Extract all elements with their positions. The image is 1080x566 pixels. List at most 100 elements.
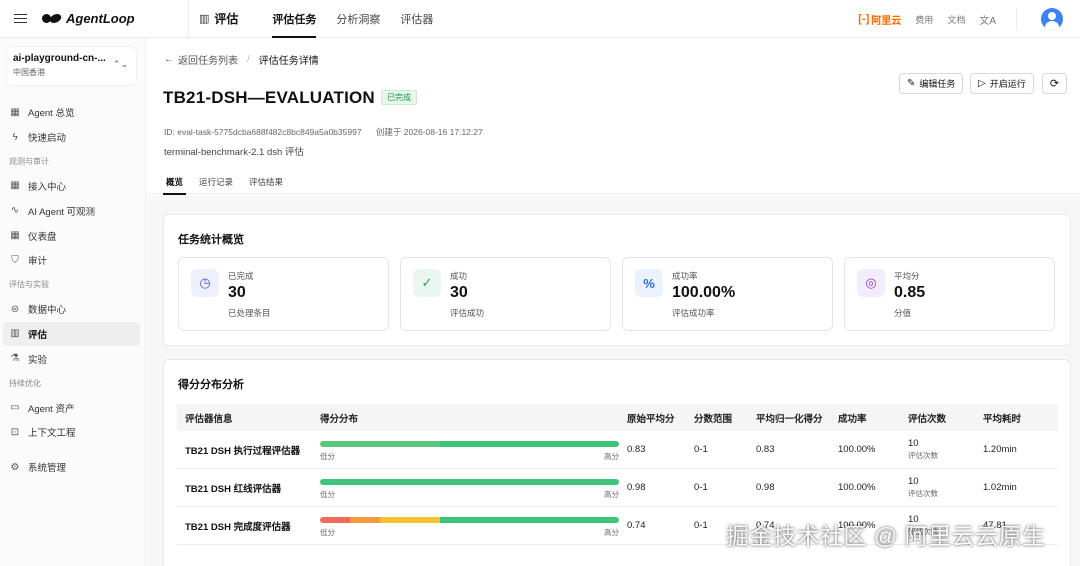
- pulse-icon: ∿: [10, 205, 20, 217]
- stat-card: % 成功率 100.00% 评估成功率: [622, 257, 833, 331]
- grid-icon: ▦: [10, 106, 20, 118]
- start-run-button[interactable]: ▷ 开启运行: [970, 73, 1034, 94]
- distribution-bar-wrap: 低分 高分: [320, 477, 619, 499]
- sidebar-item-label: 审计: [28, 256, 48, 268]
- refresh-button[interactable]: ⟳: [1042, 73, 1067, 94]
- edit-task-label: 编辑任务: [919, 79, 956, 89]
- sidebar-item-label: 评估: [28, 329, 48, 341]
- tab-eval-results[interactable]: 评估结果: [249, 170, 283, 194]
- top-right: [-] 阿里云 费用 文档 文A: [858, 0, 1080, 38]
- chart-icon: ▥: [10, 328, 20, 340]
- grid-icon: ▦: [10, 180, 20, 192]
- workspace-name: ai-playground-cn-...: [13, 53, 106, 64]
- clock-icon: ◷: [191, 269, 219, 297]
- divider: [188, 0, 189, 38]
- page-title: TB21-DSH—EVALUATION: [163, 88, 375, 107]
- sidebar-nav: ▦ Agent 总览 ϟ 快速启动 观测与审计 ▦ 接入中心 ∿ AI Agent 可观测 ▦ 仪表…: [0, 100, 145, 480]
- success-rate: 100.00%: [838, 482, 876, 493]
- top-nav-evaluators[interactable]: 评估器: [390, 0, 443, 38]
- sidebar-item-label: 系统管理: [28, 463, 67, 475]
- evaluator-name: TB21 DSH 红线评估器: [185, 483, 282, 495]
- high-score-label: 高分: [604, 527, 619, 537]
- sidebar-group-label: 持续优化: [9, 378, 41, 388]
- header-distribution: 得分分布: [320, 413, 359, 425]
- evaluator-name: TB21 DSH 执行过程评估器: [185, 445, 301, 457]
- average-duration: 1.02min: [983, 482, 1017, 493]
- stat-subtitle: 已处理条目: [228, 308, 271, 318]
- stat-card: ✓ 成功 30 评估成功: [400, 257, 611, 331]
- arrow-left-icon[interactable]: ←: [164, 54, 174, 65]
- sidebar-item[interactable]: ϟ 快速启动: [0, 125, 140, 150]
- sidebar-item[interactable]: ▭ Agent 资产: [0, 395, 140, 420]
- tabs: 概览 运行记录 评估结果: [147, 170, 1080, 195]
- aliyun-logo[interactable]: [-] 阿里云: [858, 12, 901, 27]
- score-distribution: 低分 高分: [316, 439, 623, 461]
- average-duration: 1.20min: [983, 444, 1017, 455]
- sidebar-item[interactable]: ⛉ 审计: [0, 248, 140, 273]
- table-row[interactable]: TB21 DSH 红线评估器 低分 高分 0.98 0-1 0.98 100.00% 10 评估…: [177, 469, 1058, 507]
- task-id: ID: eval-task-5775dcba688f482c8bc849a5a0…: [164, 127, 362, 137]
- logo-text: AgentLoop: [66, 11, 135, 26]
- aliyun-label: 阿里云: [871, 15, 902, 27]
- breadcrumb-back-link[interactable]: 返回任务列表: [178, 52, 238, 67]
- workspace-selector[interactable]: ai-playground-cn-... 中国香港 ⌃⌄: [6, 46, 137, 86]
- distribution-bar: [320, 516, 619, 523]
- score-distribution: 低分 高分: [316, 477, 623, 499]
- app-logo[interactable]: AgentLoop: [42, 11, 152, 26]
- header-evaluator: 评估器信息: [185, 413, 233, 425]
- menu-icon[interactable]: [4, 0, 36, 38]
- header-count: 评估次数: [908, 413, 947, 425]
- docs-link[interactable]: 文档: [947, 13, 965, 26]
- header-raw-avg: 原始平均分: [627, 413, 675, 425]
- sidebar-item[interactable]: ∿ AI Agent 可观测: [0, 198, 140, 223]
- sidebar-item[interactable]: ⊜ 数据中心: [0, 297, 140, 322]
- breadcrumb-separator: /: [247, 54, 250, 65]
- raw-average: 0.98: [627, 482, 646, 493]
- distribution-segment: [349, 516, 380, 523]
- sidebar-item[interactable]: ▦ 接入中心: [0, 174, 140, 199]
- high-score-label: 高分: [604, 451, 619, 461]
- distribution-bar-wrap: 低分 高分: [320, 439, 619, 461]
- sidebar-item-label: AI Agent 可观测: [28, 206, 96, 218]
- success-rate: 100.00%: [838, 444, 876, 455]
- settings-icon: ⚙: [10, 461, 20, 473]
- header-norm-avg: 平均归一化得分: [756, 413, 823, 425]
- header-avg-time: 平均耗时: [983, 413, 1022, 425]
- table-header: 评估器信息 得分分布 原始平均分 分数范围 平均归一化得分 成功率 评估次数 平…: [177, 404, 1058, 431]
- normalized-average: 0.83: [756, 444, 775, 455]
- sidebar-item[interactable]: ⚗ 实验: [0, 346, 140, 371]
- eval-count-label: 评估次数: [908, 451, 938, 460]
- target-icon: ◎: [857, 269, 885, 297]
- stat-label: 成功率: [672, 271, 698, 281]
- tab-overview[interactable]: 概览: [162, 170, 187, 195]
- billing-link[interactable]: 费用: [915, 13, 933, 26]
- sidebar-item[interactable]: ▦ Agent 总览: [0, 100, 140, 125]
- sidebar-item[interactable]: ▦ 仪表盘: [0, 223, 140, 248]
- user-avatar[interactable]: [1041, 8, 1063, 30]
- bar-chart-icon: ▥: [199, 13, 210, 25]
- sidebar-item-label: Agent 总览: [28, 108, 75, 120]
- top-nav-insights[interactable]: 分析洞察: [326, 0, 390, 38]
- sidebar-item[interactable]: ▥ 评估: [3, 321, 140, 347]
- normalized-average: 0.98: [756, 482, 775, 493]
- tab-run-records[interactable]: 运行记录: [199, 170, 233, 194]
- divider: [1016, 8, 1017, 30]
- chevron-updown-icon: ⌃⌄: [112, 59, 128, 69]
- evaluator-name: TB21 DSH 完成度评估器: [185, 521, 291, 533]
- lightning-icon: ϟ: [12, 131, 18, 143]
- sidebar: ai-playground-cn-... 中国香港 ⌃⌄ ▦ Agent 总览 ϟ 快…: [0, 39, 146, 566]
- stat-label: 成功: [450, 271, 468, 281]
- table-row[interactable]: TB21 DSH 执行过程评估器 低分 高分 0.83 0-1 0.83 100.00% 10…: [177, 431, 1058, 469]
- top-bar: AgentLoop ▥ 评估 评估任务 分析洞察 评估器 [-] 阿里云 费用 …: [0, 0, 1080, 38]
- stat-subtitle: 评估成功率: [672, 308, 715, 318]
- raw-average: 0.74: [627, 520, 646, 531]
- low-score-label: 低分: [320, 489, 335, 499]
- section-title: ▥ 评估: [199, 10, 238, 27]
- sidebar-item[interactable]: ⊡ 上下文工程: [0, 420, 140, 445]
- top-nav-eval-tasks[interactable]: 评估任务: [262, 0, 326, 38]
- stat-card: ◷ 已完成 30 已处理条目: [178, 257, 389, 331]
- translate-icon[interactable]: 文A: [979, 12, 996, 27]
- edit-task-button[interactable]: ✎ 编辑任务: [899, 73, 964, 94]
- dashboard-icon: ▦: [10, 230, 20, 242]
- sidebar-item[interactable]: ⚙ 系统管理: [0, 455, 140, 480]
